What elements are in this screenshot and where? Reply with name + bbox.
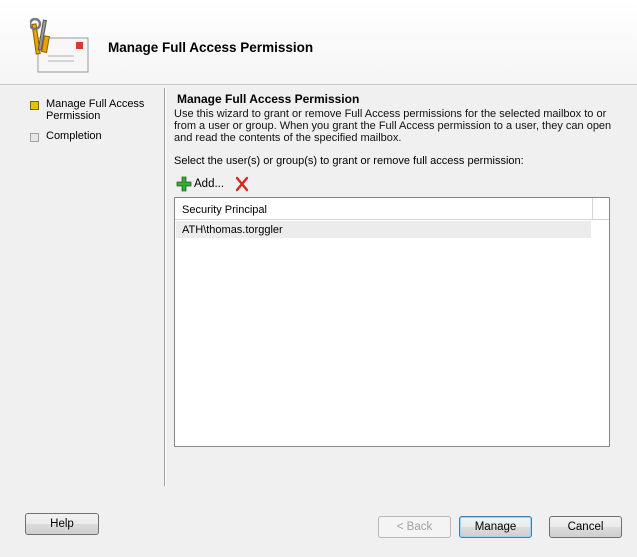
cancel-button[interactable]: Cancel bbox=[549, 516, 622, 538]
column-header-security-principal[interactable]: Security Principal bbox=[175, 198, 593, 220]
wizard-content: Manage Full Access Permission Use this w… bbox=[174, 92, 614, 167]
select-label: Select the user(s) or group(s) to grant … bbox=[174, 155, 524, 167]
manage-button[interactable]: Manage bbox=[459, 516, 532, 538]
wizard-steps: Manage Full Access Permission Completion bbox=[30, 98, 160, 150]
add-button-label: Add... bbox=[194, 178, 225, 190]
content-title: Manage Full Access Permission bbox=[177, 92, 360, 106]
step-label: Manage Full Access Permission bbox=[46, 98, 145, 122]
help-button[interactable]: Help bbox=[25, 513, 99, 535]
green-plus-icon bbox=[176, 176, 192, 192]
step-active-icon bbox=[30, 101, 39, 110]
panel-divider bbox=[164, 88, 165, 486]
wizard-envelope-tools-icon bbox=[30, 18, 89, 73]
add-button[interactable]: Add... bbox=[176, 176, 224, 192]
content-description: Use this wizard to grant or remove Full … bbox=[174, 108, 612, 144]
list-item[interactable]: ATH\thomas.torggler bbox=[176, 221, 591, 238]
wizard-header: Manage Full Access Permission bbox=[0, 0, 637, 85]
red-x-icon[interactable] bbox=[234, 176, 250, 192]
back-button[interactable]: < Back bbox=[378, 516, 451, 538]
step-completion: Completion bbox=[30, 130, 160, 142]
principal-name: ATH\thomas.torggler bbox=[182, 224, 283, 236]
step-label: Completion bbox=[46, 130, 102, 142]
page-title: Manage Full Access Permission bbox=[108, 40, 314, 55]
step-manage-full-access: Manage Full Access Permission bbox=[30, 98, 160, 122]
security-principal-list[interactable]: Security Principal ATH\thomas.torggler bbox=[174, 197, 610, 447]
column-header-filler bbox=[593, 198, 609, 220]
step-pending-icon bbox=[30, 133, 39, 142]
